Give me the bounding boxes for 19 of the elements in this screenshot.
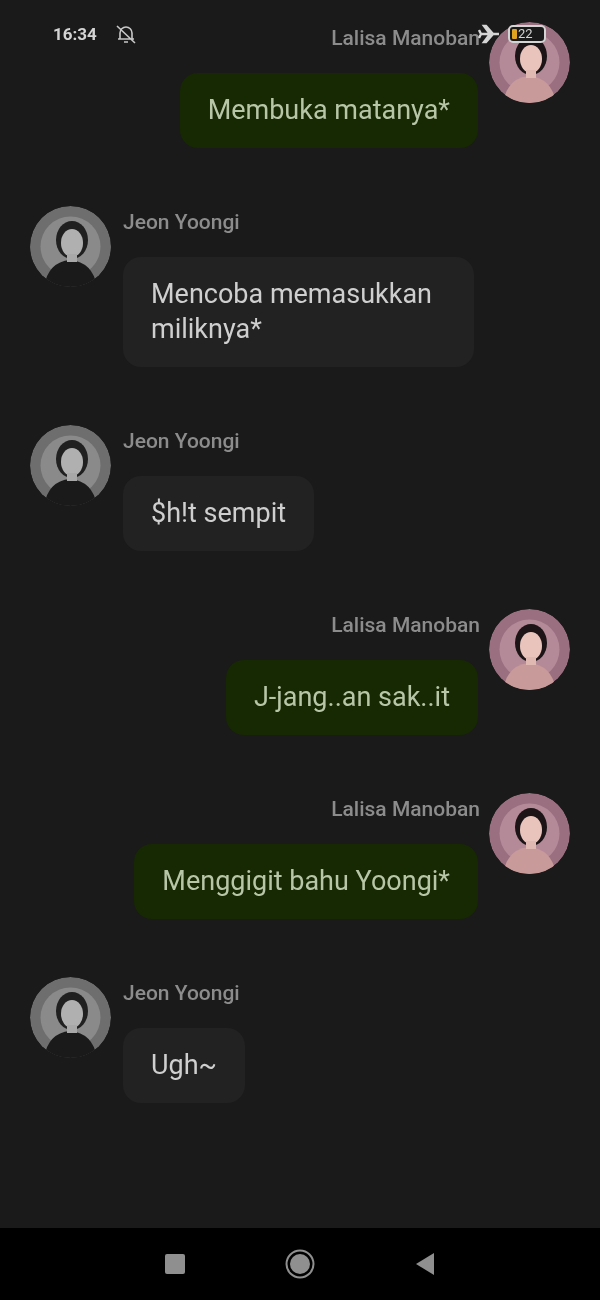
message-bubble: Menggigit bahu Yoongi* xyxy=(134,844,478,919)
message-bubble: Ugh~ xyxy=(123,1028,245,1103)
battery-level: 22 xyxy=(518,25,533,43)
sender-name: Jeon Yoongi xyxy=(123,980,240,1006)
back-button[interactable] xyxy=(415,1252,435,1276)
message-bubble: J-jang..an sak..it xyxy=(225,660,478,735)
battery-icon xyxy=(508,25,546,43)
home-button[interactable] xyxy=(285,1249,315,1279)
airplane-icon xyxy=(478,24,500,44)
sender-name: Lalisa Manoban xyxy=(331,612,480,638)
message-bubble: $h!t sempit xyxy=(123,476,315,551)
message-bubble: Membuka matanya* xyxy=(179,73,478,148)
sender-name: Lalisa Manoban xyxy=(331,25,480,51)
bell-off-icon xyxy=(115,23,137,45)
sender-name: Jeon Yoongi xyxy=(123,428,240,454)
sender-name: Lalisa Manoban xyxy=(331,796,480,822)
clock-time: 16:34 xyxy=(53,23,97,46)
message-bubble: Mencoba memasukkan miliknya* xyxy=(123,257,474,367)
sender-name: Jeon Yoongi xyxy=(123,209,240,235)
